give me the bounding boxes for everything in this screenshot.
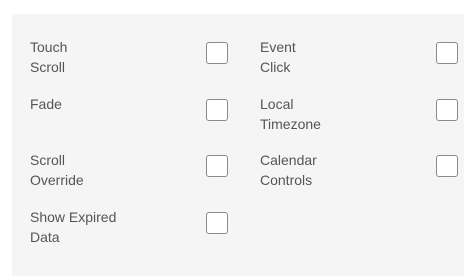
touch-scroll-label: Touch Scroll xyxy=(30,39,68,75)
calendar-controls-checkbox[interactable] xyxy=(436,155,458,177)
fade-label: Fade xyxy=(30,96,62,112)
touch-scroll-checkbox[interactable] xyxy=(206,42,228,64)
fade-checkbox[interactable] xyxy=(206,99,228,121)
scroll-override-label: Scroll Override xyxy=(30,152,84,188)
show-expired-data-label: Show Expired Data xyxy=(30,209,117,245)
local-timezone-checkbox[interactable] xyxy=(436,99,458,121)
show-expired-data-checkbox[interactable] xyxy=(206,212,228,234)
scroll-override-checkbox[interactable] xyxy=(206,155,228,177)
event-click-label: Event Click xyxy=(260,39,296,75)
event-click-checkbox[interactable] xyxy=(436,42,458,64)
calendar-controls-label: Calendar Controls xyxy=(260,152,317,188)
local-timezone-label: Local Timezone xyxy=(260,96,321,132)
